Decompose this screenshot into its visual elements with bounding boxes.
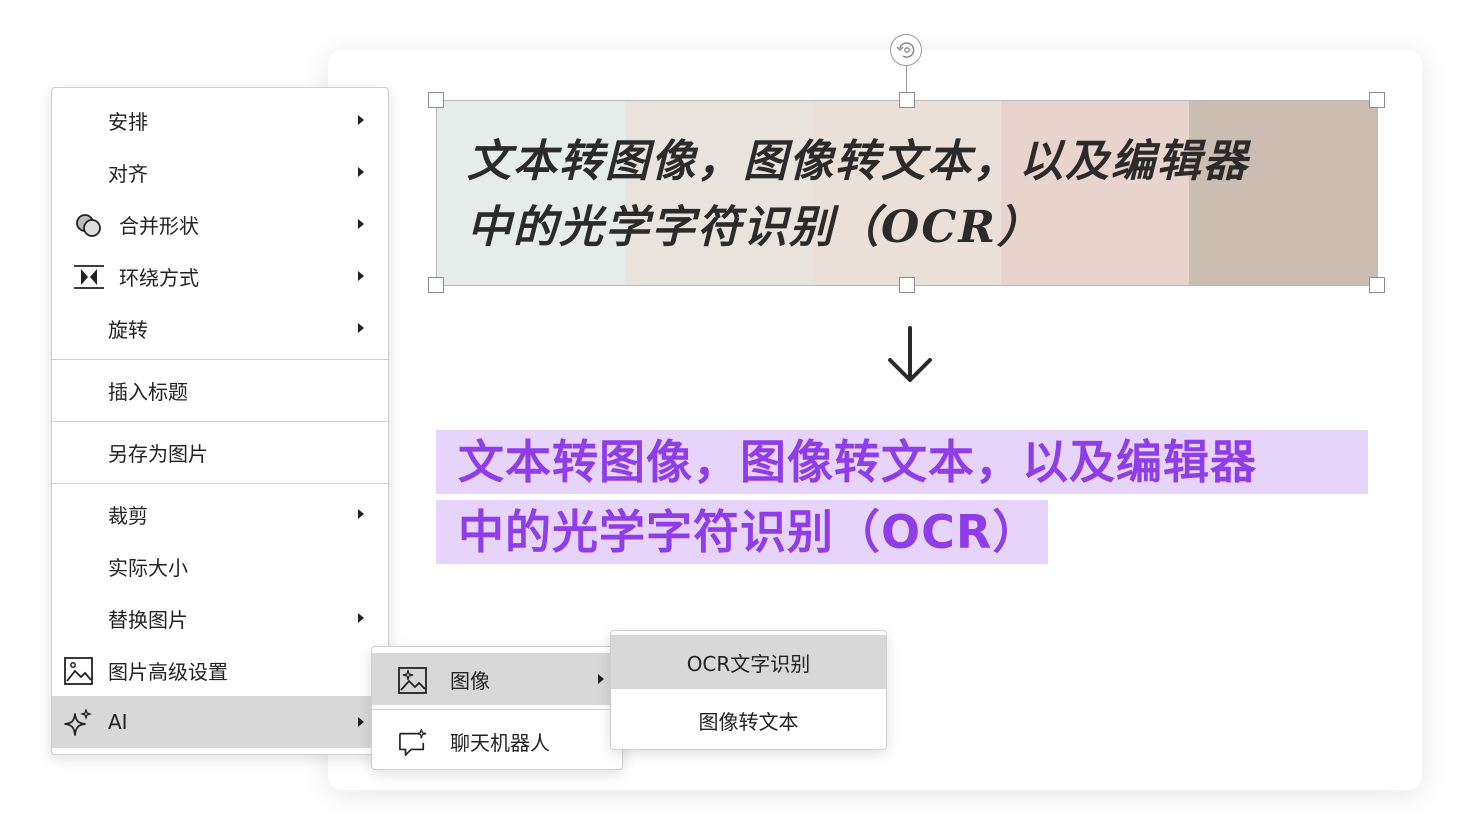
image-text-line-2: 中的光学字符识别（OCR）: [467, 202, 1043, 253]
menu-divider: [372, 709, 622, 710]
rotate-handle[interactable]: [890, 34, 922, 66]
sparkle-icon: [64, 709, 92, 736]
menu-item-rotate[interactable]: 旋转: [52, 302, 388, 354]
selected-image[interactable]: 文本转图像，图像转文本，以及编辑器 中的光学字符识别（OCR）: [436, 100, 1378, 286]
menu-item-label: 另存为图片: [108, 441, 208, 466]
submenu-item-ocr[interactable]: OCR文字识别: [611, 635, 886, 689]
resize-handle-top[interactable]: [899, 92, 915, 108]
menu-divider: [52, 483, 388, 484]
down-arrow-icon: [888, 326, 932, 382]
submenu-arrow-icon: [598, 674, 604, 684]
submenu-arrow-icon: [358, 509, 364, 519]
submenu-item-label: 图像: [450, 668, 490, 693]
submenu-arrow-icon: [358, 717, 364, 727]
menu-item-label: 替换图片: [108, 607, 188, 632]
submenu-arrow-icon: [358, 613, 364, 623]
resize-handle-bottom[interactable]: [899, 277, 915, 293]
image-calligraphy-text: 文本转图像，图像转文本，以及编辑器 中的光学字符识别（OCR）: [467, 129, 1317, 261]
rotate-connector: [906, 64, 907, 94]
chat-bot-icon: [399, 728, 427, 756]
menu-item-label: 图片高级设置: [108, 659, 228, 684]
menu-item-save-as-picture[interactable]: 另存为图片: [52, 426, 388, 478]
menu-item-actual-size[interactable]: 实际大小: [52, 540, 388, 592]
menu-item-label: 合并形状: [119, 213, 199, 238]
image-ai-icon: [398, 667, 427, 694]
menu-item-arrange[interactable]: 安排: [52, 94, 388, 146]
submenu-item-label: 图像转文本: [698, 709, 799, 734]
submenu-item-label: 聊天机器人: [450, 730, 550, 755]
menu-item-label: 对齐: [108, 161, 148, 186]
menu-item-label: 裁剪: [108, 503, 148, 528]
submenu-arrow-icon: [358, 219, 364, 229]
menu-divider: [52, 421, 388, 422]
ocr-result-line-2: 中的光学字符识别（OCR）: [436, 500, 1048, 564]
menu-item-label: 环绕方式: [119, 265, 199, 290]
submenu-item-label: OCR文字识别: [686, 651, 811, 676]
menu-item-replace-picture[interactable]: 替换图片: [52, 592, 388, 644]
resize-handle-top-right[interactable]: [1369, 92, 1385, 108]
menu-item-label: 插入标题: [108, 379, 188, 404]
submenu-item-chat-bot[interactable]: 聊天机器人: [372, 715, 622, 767]
menu-item-text-wrap[interactable]: 环绕方式: [52, 250, 388, 302]
ai-submenu: 图像 聊天机器人: [371, 646, 623, 770]
menu-divider: [52, 359, 388, 360]
submenu-arrow-icon: [358, 323, 364, 333]
menu-item-picture-advanced-settings[interactable]: 图片高级设置: [52, 644, 388, 696]
merge-shapes-icon: [76, 214, 101, 237]
resize-handle-bottom-left[interactable]: [428, 277, 444, 293]
rotate-icon: [896, 42, 915, 58]
menu-item-label: 实际大小: [108, 555, 188, 580]
submenu-arrow-icon: [358, 115, 364, 125]
context-menu: 安排 对齐 合并形状 环绕方式 旋转 插入标题 另存为图片 裁剪 实际大小 替换…: [51, 87, 389, 755]
menu-item-label: 安排: [108, 109, 148, 134]
submenu-item-image[interactable]: 图像: [372, 653, 622, 705]
resize-handle-bottom-right[interactable]: [1369, 277, 1385, 293]
stage: 文本转图像，图像转文本，以及编辑器 中的光学字符识别（OCR） 文本转图像，图像…: [0, 0, 1472, 840]
resize-handle-top-left[interactable]: [428, 92, 444, 108]
submenu-item-image-to-text[interactable]: 图像转文本: [611, 693, 886, 747]
menu-item-label: 旋转: [108, 317, 148, 342]
submenu-arrow-icon: [358, 167, 364, 177]
menu-item-merge-shapes[interactable]: 合并形状: [52, 198, 388, 250]
menu-item-ai[interactable]: AI: [52, 696, 388, 748]
text-wrap-icon: [74, 265, 104, 289]
menu-item-align[interactable]: 对齐: [52, 146, 388, 198]
menu-item-label: AI: [108, 710, 128, 734]
menu-item-insert-caption[interactable]: 插入标题: [52, 364, 388, 416]
menu-item-crop[interactable]: 裁剪: [52, 488, 388, 540]
image-submenu: OCR文字识别 图像转文本: [610, 630, 887, 750]
submenu-arrow-icon: [358, 271, 364, 281]
ocr-result-line-1: 文本转图像，图像转文本，以及编辑器: [436, 430, 1368, 494]
picture-icon: [64, 657, 93, 685]
image-text-line-1: 文本转图像，图像转文本，以及编辑器: [467, 136, 1249, 187]
